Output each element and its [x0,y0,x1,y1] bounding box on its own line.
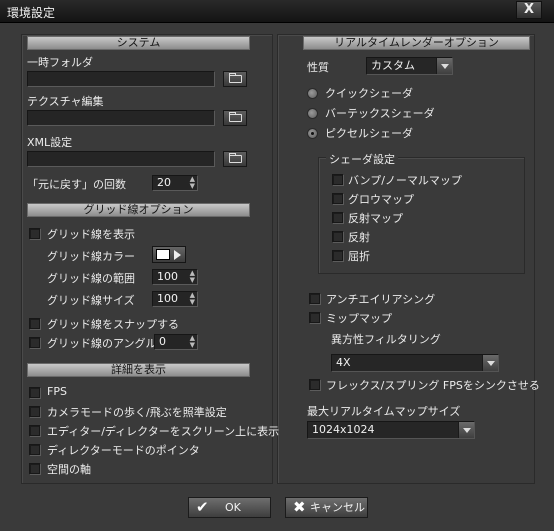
grid-range-label: グリッド線の範囲 [47,272,135,285]
space-axis-label: 空間の軸 [47,463,91,476]
antialiasing-label: アンチエイリアシング [326,293,436,306]
vertex-shader-label: バーテックスシェーダ [325,107,435,120]
shader-settings-label: シェーダ設定 [326,151,398,167]
mipmap-label: ミップマップ [326,312,392,325]
bump-normal-map-label: バンプ/ノーマルマップ [348,174,462,187]
grid-range-value: 100 [157,270,178,283]
cancel-label: キャンセル [310,501,365,514]
undo-count-value: 20 [157,176,171,189]
grid-color-label: グリッド線カラー [47,250,135,263]
pixel-shader-radio[interactable] [307,128,318,139]
anisotropic-filtering-label: 異方性フィルタリング [331,333,441,346]
play-arrow-icon [174,250,181,260]
sync-fps-label: フレックス/スプリング FPSをシンクさせる [326,379,540,392]
spinner-arrows-icon[interactable]: ▲ ▼ [190,270,195,284]
grid-size-label: グリッド線サイズ [47,294,135,307]
grid-angle-spinner[interactable]: 0 ▲ ▼ [154,334,198,350]
ok-label: OK [225,501,241,514]
quality-dropdown[interactable]: カスタム [366,57,453,75]
texture-edit-field[interactable] [27,110,215,126]
show-grid-checkbox[interactable] [29,228,40,239]
vertex-shader-radio[interactable] [307,108,318,119]
pixel-shader-label: ピクセルシェーダ [325,127,413,140]
sync-fps-checkbox[interactable] [309,379,320,390]
quality-label: 性質 [307,61,329,74]
glow-map-label: グロウマップ [348,193,414,206]
chevron-down-icon[interactable] [482,355,498,371]
spinner-arrows-icon[interactable]: ▲ ▼ [190,292,195,306]
director-mode-pointer-checkbox[interactable] [29,444,40,455]
grid-angle-value: 0 [159,335,166,348]
temp-folder-label: 一時フォルダ [27,56,93,69]
grid-range-spinner[interactable]: 100 ▲ ▼ [152,269,198,285]
camera-walk-fly-aim-label: カメラモードの歩く/飛ぶを照準設定 [47,406,227,419]
xml-settings-browse-button[interactable] [223,151,247,167]
space-axis-checkbox[interactable] [29,463,40,474]
quick-shader-radio[interactable] [307,88,318,99]
system-header: システム [27,36,250,50]
grid-angle-checkbox[interactable] [29,337,40,348]
grid-color-picker[interactable] [152,246,186,263]
chevron-down-icon[interactable] [458,422,474,438]
grid-angle-label: グリッド線のアングル [47,337,157,350]
anisotropic-filtering-value: 4X [336,356,351,369]
x-icon: ✖ [293,498,306,516]
undo-count-label: 「元に戻す」の回数 [27,178,126,191]
camera-walk-fly-aim-checkbox[interactable] [29,406,40,417]
grid-size-spinner[interactable]: 100 ▲ ▼ [152,291,198,307]
title-bar [0,0,554,23]
antialiasing-checkbox[interactable] [309,293,320,304]
max-map-size-value: 1024x1024 [312,423,375,436]
fps-checkbox[interactable] [29,387,40,398]
xml-settings-field[interactable] [27,151,215,167]
xml-settings-label: XML設定 [27,136,73,149]
snap-grid-label: グリッド線をスナップする [47,318,179,331]
reflection-checkbox[interactable] [332,231,343,242]
fps-label: FPS [47,385,67,398]
quick-shader-label: クイックシェーダ [325,87,413,100]
folder-icon [229,73,242,83]
glow-map-checkbox[interactable] [332,193,343,204]
texture-edit-browse-button[interactable] [223,110,247,126]
folder-icon [229,112,242,122]
temp-folder-field[interactable] [27,71,215,87]
mipmap-checkbox[interactable] [309,312,320,323]
spinner-arrows-icon[interactable]: ▲ ▼ [190,176,195,190]
show-editor-director-checkbox[interactable] [29,425,40,436]
grid-color-swatch [156,249,170,260]
show-grid-label: グリッド線を表示 [47,228,135,241]
reflection-map-checkbox[interactable] [332,212,343,223]
cancel-button[interactable]: ✖ キャンセル [285,497,368,518]
folder-icon [229,153,242,163]
max-map-size-dropdown[interactable]: 1024x1024 [307,421,475,439]
ok-button[interactable]: ✔ OK [188,497,271,518]
refraction-label: 屈折 [348,250,370,263]
details-header: 詳細を表示 [27,363,250,377]
window-title: 環境設定 [7,6,56,20]
bump-normal-map-checkbox[interactable] [332,174,343,185]
check-icon: ✔ [196,498,209,516]
director-mode-pointer-label: ディレクターモードのポインタ [47,444,200,457]
anisotropic-filtering-dropdown[interactable]: 4X [331,354,499,372]
texture-edit-label: テクスチャ編集 [27,95,104,108]
spinner-arrows-icon[interactable]: ▲ ▼ [190,335,195,349]
reflection-label: 反射 [348,231,370,244]
show-editor-director-label: エディター/ディレクターをスクリーン上に表示 [47,425,280,438]
realtime-render-header: リアルタイムレンダーオプション [303,36,530,50]
temp-folder-browse-button[interactable] [223,71,247,87]
max-map-size-label: 最大リアルタイムマップサイズ [307,405,461,418]
undo-count-spinner[interactable]: 20 ▲ ▼ [152,175,198,191]
grid-options-header: グリッド線オプション [27,203,250,217]
close-button[interactable]: X [516,1,542,19]
snap-grid-checkbox[interactable] [29,318,40,329]
chevron-down-icon[interactable] [436,58,452,74]
reflection-map-label: 反射マップ [348,212,403,225]
quality-value: カスタム [371,59,415,72]
grid-size-value: 100 [157,292,178,305]
refraction-checkbox[interactable] [332,250,343,261]
